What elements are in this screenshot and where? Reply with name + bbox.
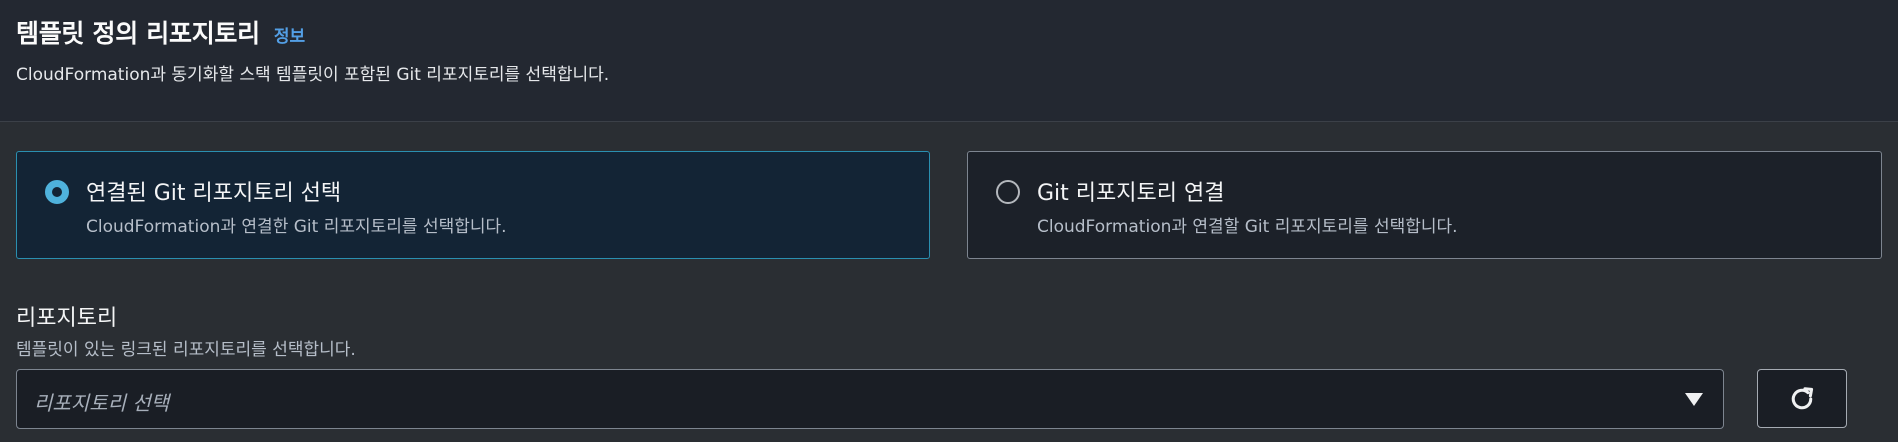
repository-label: 리포지토리: [16, 306, 118, 331]
radio-unselected-icon[interactable]: [996, 180, 1020, 204]
refresh-icon: [1791, 386, 1814, 409]
option-label: 연결된 Git 리포지토리 선택: [86, 181, 342, 206]
option-description: CloudFormation과 연결할 Git 리포지토리를 선택합니다.: [1037, 217, 1458, 237]
repository-select[interactable]: 리포지토리 선택: [16, 369, 1724, 429]
repository-description: 템플릿이 있는 링크된 리포지토리를 선택합니다.: [16, 340, 356, 360]
section-header: 템플릿 정의 리포지토리 정보 CloudFormation과 동기화할 스택 …: [0, 0, 1898, 122]
radio-selected-icon[interactable]: [45, 180, 69, 204]
refresh-button[interactable]: [1757, 369, 1847, 428]
section-title: 템플릿 정의 리포지토리: [16, 19, 260, 48]
option-label: Git 리포지토리 연결: [1037, 181, 1225, 206]
option-tile-connect-repo[interactable]: Git 리포지토리 연결 CloudFormation과 연결할 Git 리포지…: [967, 151, 1882, 259]
repository-select-placeholder: 리포지토리 선택: [34, 391, 170, 415]
option-description: CloudFormation과 연결한 Git 리포지토리를 선택합니다.: [86, 217, 507, 237]
section-description: CloudFormation과 동기화할 스택 템플릿이 포함된 Git 리포지…: [16, 65, 610, 85]
title-row: 템플릿 정의 리포지토리 정보: [16, 14, 305, 50]
info-link[interactable]: 정보: [274, 22, 305, 47]
option-tile-select-connected-repo[interactable]: 연결된 Git 리포지토리 선택 CloudFormation과 연결한 Git…: [16, 151, 930, 259]
caret-down-icon: [1685, 393, 1703, 406]
